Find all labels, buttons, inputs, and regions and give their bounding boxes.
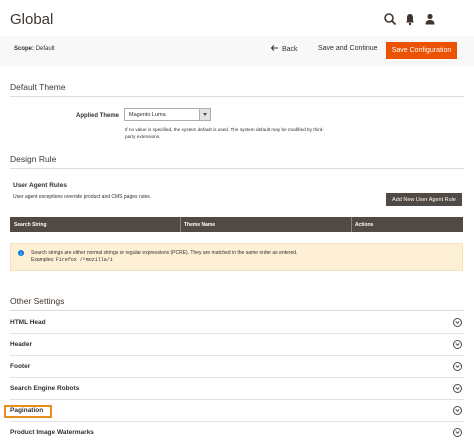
back-label: Back [282, 45, 298, 53]
chevron-down-icon [453, 428, 462, 437]
user-agent-table-header: Search String Theme Name Actions [10, 217, 463, 232]
scope-value: Default [35, 46, 55, 52]
examples-label: Examples: [31, 257, 55, 263]
page-title: Global [10, 11, 54, 28]
accordion-label: Header [10, 341, 33, 348]
info-icon: i [18, 250, 24, 256]
design-rule-title: Design Rule [10, 154, 57, 164]
user-icon[interactable] [423, 12, 437, 26]
scope-label: Scope: [14, 46, 35, 52]
user-agent-rules-title: User Agent Rules [13, 182, 67, 189]
save-configuration-button[interactable]: Save Configuration [386, 42, 457, 59]
column-header-actions: Actions [355, 222, 374, 228]
applied-theme-value: Magento Luma [129, 112, 166, 118]
default-theme-title: Default Theme [10, 82, 66, 92]
accordion-search-engine-robots[interactable]: Search Engine Robots [10, 378, 464, 400]
chevron-down-icon [199, 109, 210, 120]
chevron-down-icon [453, 362, 462, 371]
chevron-down-icon [453, 340, 462, 349]
section-divider [10, 96, 464, 97]
back-button[interactable]: Back [270, 45, 298, 53]
message-text: Search strings are either normal strings… [31, 250, 298, 256]
user-agent-rules-description: User agent exceptions override product a… [13, 194, 152, 200]
applied-theme-note: If no value is specified, the system def… [125, 127, 324, 139]
bell-icon[interactable] [403, 12, 417, 26]
scope-switcher[interactable]: Scope: Default [14, 46, 55, 52]
save-and-continue-button[interactable]: Save and Continue [318, 45, 378, 52]
page-header: Global [0, 0, 474, 40]
accordion-label: HTML Head [10, 319, 46, 326]
applied-theme-select[interactable]: Magento Luma [124, 108, 211, 121]
section-divider [10, 168, 464, 169]
column-header-search-string: Search String [14, 222, 47, 228]
examples-code: Firefox /^mozilla/i [55, 257, 113, 263]
accordion-html-head[interactable]: HTML Head [10, 312, 464, 334]
accordion-product-image-watermarks[interactable]: Product Image Watermarks [10, 422, 464, 444]
search-icon[interactable] [383, 12, 397, 26]
column-header-theme-name: Theme Name [184, 222, 216, 228]
accordion-footer[interactable]: Footer [10, 356, 464, 378]
chevron-down-icon [453, 384, 462, 393]
column-divider [180, 217, 181, 232]
accordion-label: Product Image Watermarks [10, 429, 94, 436]
accordion-header[interactable]: Header [10, 334, 464, 356]
accordion-label: Search Engine Robots [10, 385, 80, 392]
other-settings-title: Other Settings [10, 296, 65, 306]
section-divider [10, 310, 464, 311]
applied-theme-label: Applied Theme [76, 113, 120, 119]
info-message: i Search strings are either normal strin… [10, 243, 463, 271]
accordion-label: Footer [10, 363, 31, 370]
accordion-pagination[interactable]: Pagination [10, 400, 464, 422]
column-divider [351, 217, 352, 232]
arrow-left-icon [270, 45, 278, 53]
chevron-down-icon [453, 318, 462, 327]
message-examples: Examples: Firefox /^mozilla/i [31, 257, 113, 263]
chevron-down-icon [453, 406, 462, 415]
add-user-agent-rule-button[interactable]: Add New User Agent Rule [386, 193, 462, 206]
pagination-highlight-box [4, 405, 52, 418]
